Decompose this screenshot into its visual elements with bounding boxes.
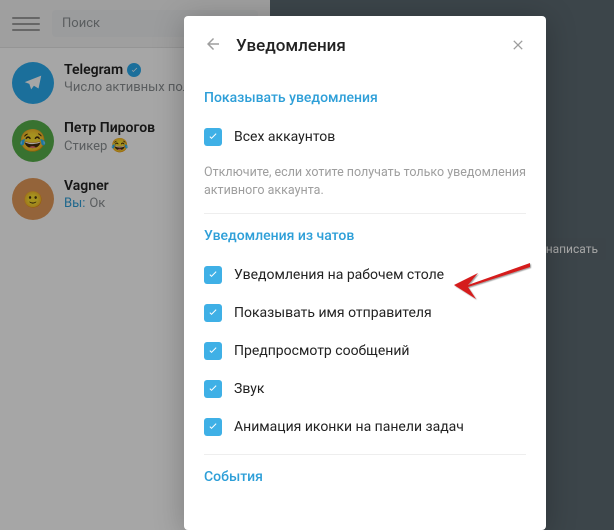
section-events: События [204,469,526,485]
setting-label: Звук [234,381,264,397]
close-icon[interactable] [510,34,526,58]
setting-label: Уведомления на рабочем столе [234,267,444,283]
section-chat-notifications: Уведомления из чатов [204,228,526,244]
modal-body: Показывать уведомления Всех аккаунтов От… [184,76,546,530]
section-hint: Отключите, если хотите получать только у… [204,156,526,214]
checkbox-preview[interactable] [204,342,222,360]
setting-desktop-notifications[interactable]: Уведомления на рабочем столе [204,256,526,294]
setting-show-sender[interactable]: Показывать имя отправителя [204,294,526,332]
checkbox-all-accounts[interactable] [204,128,222,146]
notifications-modal: Уведомления Показывать уведомления Всех … [184,16,546,530]
section-show-notifications: Показывать уведомления [204,90,526,106]
back-arrow-icon[interactable] [204,35,222,57]
setting-label: Анимация иконки на панели задач [234,419,464,435]
checkbox-show-sender[interactable] [204,304,222,322]
setting-all-accounts[interactable]: Всех аккаунтов [204,118,526,156]
modal-header: Уведомления [184,16,546,76]
setting-label: Показывать имя отправителя [234,305,432,321]
setting-label: Всех аккаунтов [234,129,335,145]
setting-label: Предпросмотр сообщений [234,343,410,359]
checkbox-desktop-notifications[interactable] [204,266,222,284]
checkbox-sound[interactable] [204,380,222,398]
setting-sound[interactable]: Звук [204,370,526,408]
setting-taskbar-anim[interactable]: Анимация иконки на панели задач [204,408,526,446]
modal-title: Уведомления [236,36,496,56]
setting-preview[interactable]: Предпросмотр сообщений [204,332,526,370]
checkbox-taskbar-anim[interactable] [204,418,222,436]
